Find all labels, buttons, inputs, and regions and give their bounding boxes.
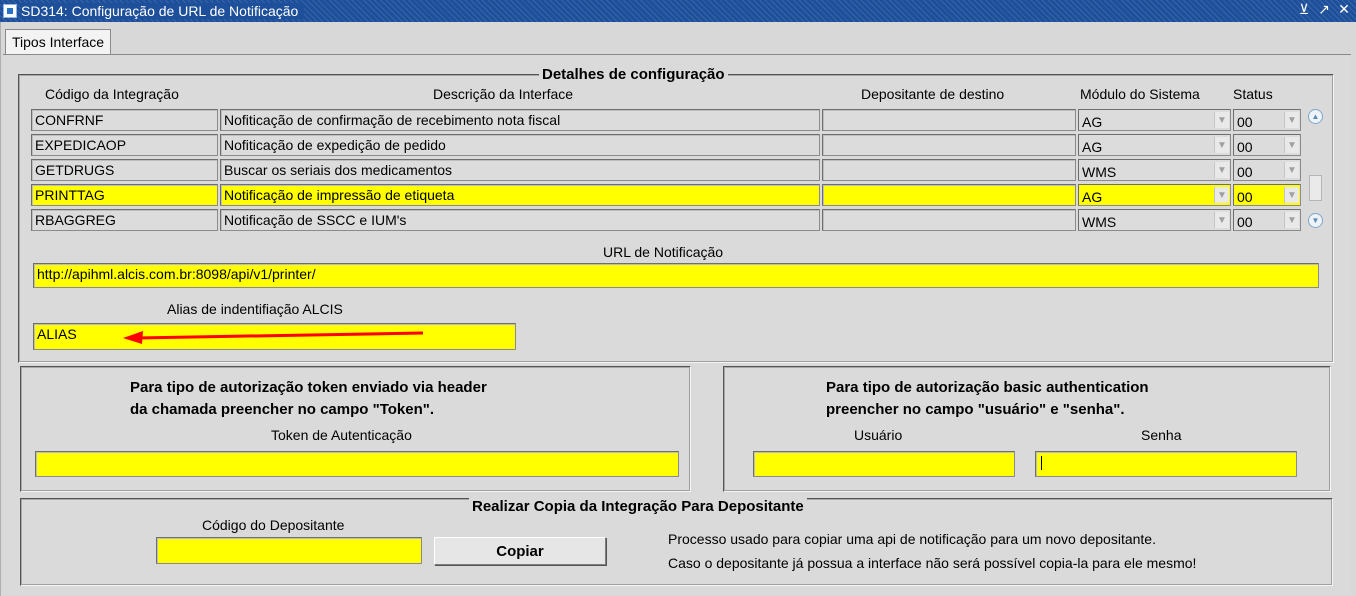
- modulo-value: AG: [1082, 139, 1103, 155]
- cell-status-select[interactable]: 00 ▼: [1233, 134, 1301, 156]
- scroll-up-icon[interactable]: ▲: [1308, 109, 1323, 124]
- status-value: 00: [1237, 189, 1253, 205]
- chevron-down-icon[interactable]: ▼: [1214, 187, 1229, 203]
- password-label: Senha: [1141, 427, 1182, 443]
- maximize-icon[interactable]: ↗: [1316, 1, 1332, 18]
- modulo-value: WMS: [1082, 214, 1117, 230]
- minimize-icon[interactable]: ⊻: [1296, 1, 1312, 18]
- status-value: 00: [1237, 164, 1253, 180]
- cell-depositante[interactable]: [822, 159, 1076, 181]
- chevron-down-icon[interactable]: ▼: [1284, 162, 1299, 178]
- cell-modulo-select[interactable]: WMS ▼: [1078, 209, 1231, 231]
- chevron-down-icon[interactable]: ▼: [1214, 162, 1229, 178]
- cell-modulo-select[interactable]: AG ▼: [1078, 184, 1231, 206]
- basic-info-line2: preencher no campo "usuário" e "senha".: [826, 401, 1125, 418]
- window-controls: ⊻ ↗ ✕: [1296, 1, 1352, 18]
- copy-title: Realizar Copia da Integração Para Deposi…: [469, 498, 807, 515]
- column-status: Status: [1233, 86, 1273, 102]
- status-value: 00: [1237, 214, 1253, 230]
- cell-codigo[interactable]: RBAGGREG: [31, 209, 218, 231]
- red-arrow-annotation: [123, 331, 424, 344]
- details-title: Detalhes de configuração: [539, 66, 728, 83]
- copy-info-line2: Caso o depositante já possua a interface…: [668, 555, 1197, 571]
- cell-depositante[interactable]: [822, 134, 1076, 156]
- column-depositante: Depositante de destino: [861, 86, 1005, 102]
- status-value: 00: [1237, 114, 1253, 130]
- window-titlebar[interactable]: SD314: Configuração de URL de Notificaçã…: [0, 0, 1356, 22]
- cell-codigo[interactable]: EXPEDICAOP: [31, 134, 218, 156]
- cell-depositante[interactable]: [822, 109, 1076, 131]
- cell-depositante[interactable]: [822, 209, 1076, 231]
- cell-status-select[interactable]: 00 ▼: [1233, 209, 1301, 231]
- cell-status-select[interactable]: 00 ▼: [1233, 184, 1301, 206]
- chevron-down-icon[interactable]: ▼: [1284, 212, 1299, 228]
- token-info-line1: Para tipo de autorização token enviado v…: [130, 379, 487, 396]
- chevron-down-icon[interactable]: ▼: [1284, 137, 1299, 153]
- cell-status-select[interactable]: 00 ▼: [1233, 159, 1301, 181]
- cell-descricao[interactable]: Nofiticação de confirmação de recebiment…: [220, 109, 820, 131]
- chevron-down-icon[interactable]: ▼: [1214, 112, 1229, 128]
- scroll-thumb[interactable]: [1309, 175, 1322, 201]
- column-descricao: Descrição da Interface: [433, 86, 574, 102]
- cell-modulo-select[interactable]: AG ▼: [1078, 109, 1231, 131]
- cell-descricao[interactable]: Notificação de impressão de etiqueta: [220, 184, 820, 206]
- modulo-value: WMS: [1082, 164, 1117, 180]
- user-label: Usuário: [854, 427, 903, 443]
- password-input[interactable]: [1035, 451, 1297, 477]
- chevron-down-icon[interactable]: ▼: [1214, 212, 1229, 228]
- scroll-down-icon[interactable]: ▼: [1308, 213, 1323, 228]
- tab-tipos-interface[interactable]: Tipos Interface: [5, 29, 112, 55]
- copy-info-line1: Processo usado para copiar uma api de no…: [668, 531, 1156, 547]
- column-modulo: Módulo do Sistema: [1080, 86, 1200, 102]
- basic-info-line1: Para tipo de autorização basic authentic…: [826, 379, 1149, 396]
- modulo-value: AG: [1082, 114, 1103, 130]
- user-input[interactable]: [753, 451, 1015, 477]
- cell-descricao[interactable]: Nofiticação de expedição de pedido: [220, 134, 820, 156]
- chevron-down-icon[interactable]: ▼: [1214, 137, 1229, 153]
- status-value: 00: [1237, 139, 1253, 155]
- text-caret: [1041, 456, 1042, 471]
- close-icon[interactable]: ✕: [1336, 1, 1352, 18]
- cell-descricao[interactable]: Buscar os seriais dos medicamentos: [220, 159, 820, 181]
- cell-codigo[interactable]: GETDRUGS: [31, 159, 218, 181]
- url-label: URL de Notificação: [603, 244, 724, 260]
- depositante-label: Código do Depositante: [202, 517, 345, 533]
- cell-status-select[interactable]: 00 ▼: [1233, 109, 1301, 131]
- token-info-line2: da chamada preencher no campo "Token".: [130, 401, 435, 418]
- window-title: SD314: Configuração de URL de Notificaçã…: [21, 3, 305, 19]
- depositante-input[interactable]: [156, 537, 422, 564]
- token-label: Token de Autenticação: [271, 427, 412, 443]
- cell-modulo-select[interactable]: WMS ▼: [1078, 159, 1231, 181]
- token-input[interactable]: [35, 451, 679, 477]
- app-icon: [3, 4, 17, 18]
- cell-depositante[interactable]: [822, 184, 1076, 206]
- cell-codigo[interactable]: PRINTTAG: [31, 184, 218, 206]
- cell-descricao[interactable]: Notificação de SSCC e IUM's: [220, 209, 820, 231]
- copy-button[interactable]: Copiar: [434, 537, 606, 565]
- cell-codigo[interactable]: CONFRNF: [31, 109, 218, 131]
- chevron-down-icon[interactable]: ▼: [1284, 112, 1299, 128]
- alias-label: Alias de indentifiação ALCIS: [167, 301, 343, 317]
- cell-modulo-select[interactable]: AG ▼: [1078, 134, 1231, 156]
- tab-page: Detalhes de configuração Código da Integ…: [3, 54, 1351, 594]
- form-window: Tipos Interface Detalhes de configuração…: [0, 22, 1356, 596]
- column-codigo: Código da Integração: [45, 86, 179, 102]
- url-input[interactable]: http://apihml.alcis.com.br:8098/api/v1/p…: [33, 263, 1319, 288]
- modulo-value: AG: [1082, 189, 1103, 205]
- chevron-down-icon[interactable]: ▼: [1284, 187, 1299, 203]
